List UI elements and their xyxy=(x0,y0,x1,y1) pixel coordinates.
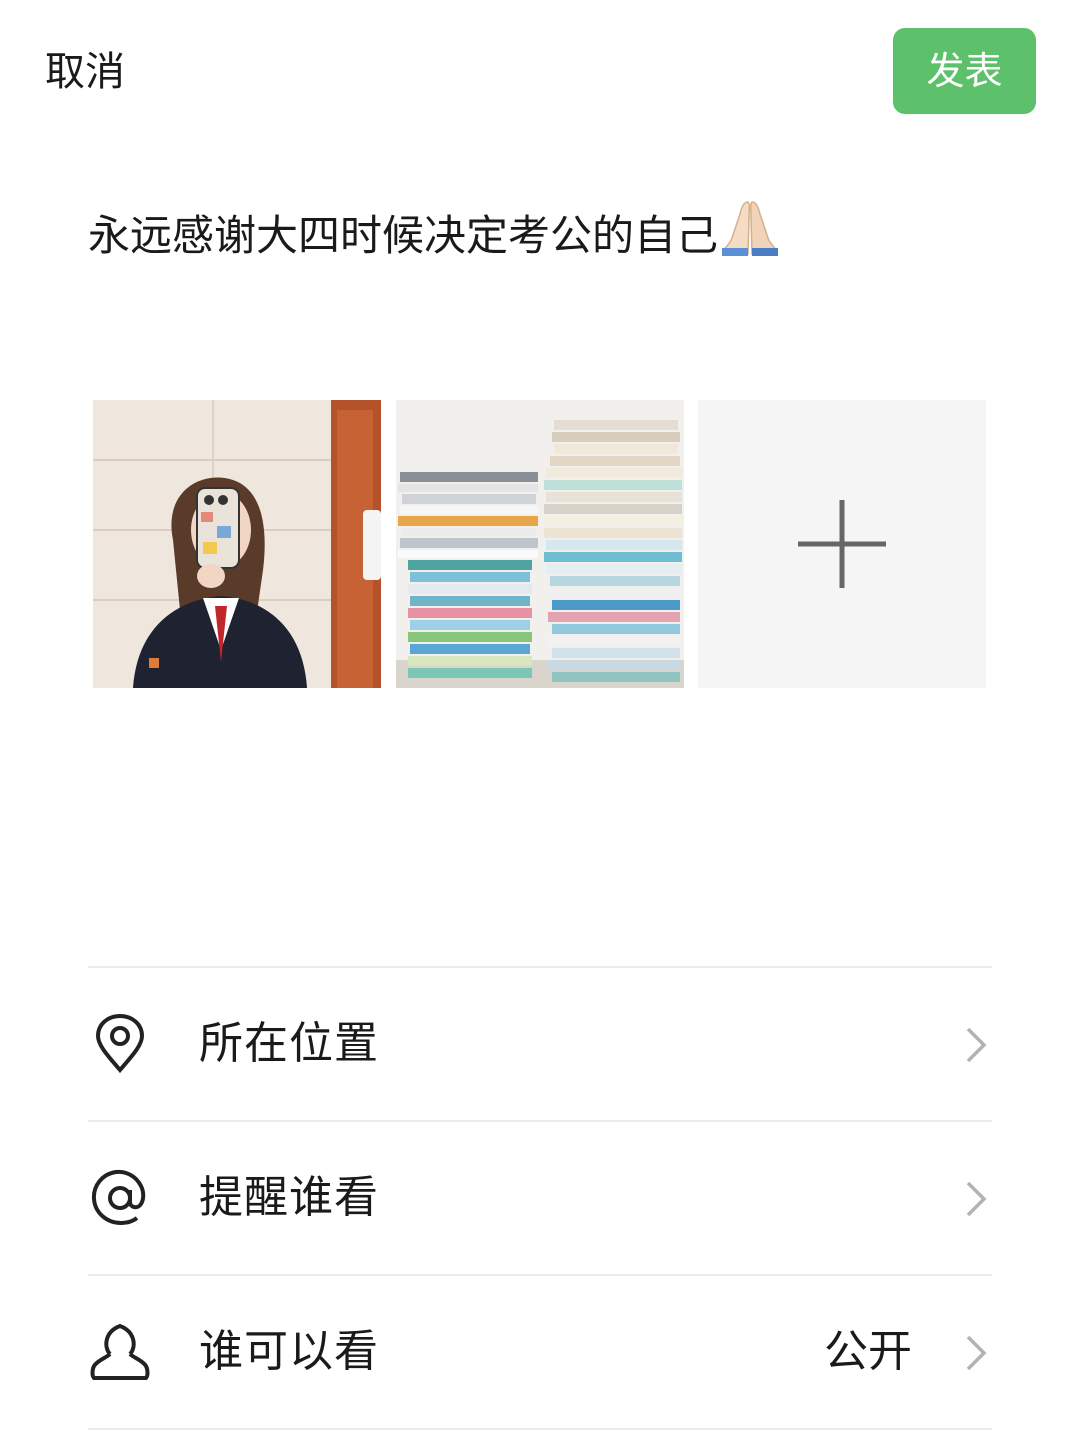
top-bar: 取消 发表 xyxy=(0,0,1080,140)
plus-icon xyxy=(798,500,886,588)
publish-button[interactable]: 发表 xyxy=(893,28,1036,114)
praying-hands-emoji-icon xyxy=(720,198,780,275)
post-options-menu: 所在位置 提醒谁看 谁可以看 公开 xyxy=(88,966,992,1430)
post-text: 永远感谢大四时候决定考公的自己 xyxy=(88,211,719,260)
person-icon xyxy=(90,1323,150,1380)
location-pin-icon xyxy=(95,1014,145,1074)
menu-item-remind[interactable]: 提醒谁看 xyxy=(88,1122,992,1274)
add-photo-button[interactable] xyxy=(698,400,986,688)
divider xyxy=(88,1428,992,1430)
menu-item-label: 提醒谁看 xyxy=(199,1172,379,1223)
menu-item-label: 谁可以看 xyxy=(199,1326,379,1377)
cancel-button[interactable]: 取消 xyxy=(45,44,125,100)
menu-item-location[interactable]: 所在位置 xyxy=(88,968,992,1120)
menu-item-label: 所在位置 xyxy=(199,1018,379,1069)
chevron-right-icon xyxy=(966,1181,987,1217)
visibility-value: 公开 xyxy=(824,1326,912,1377)
at-sign-icon xyxy=(91,1169,146,1226)
menu-item-visibility[interactable]: 谁可以看 公开 xyxy=(88,1276,992,1428)
photo-thumbnail-books[interactable] xyxy=(396,400,684,688)
chevron-right-icon xyxy=(966,1027,987,1063)
photo-thumbnail-selfie[interactable] xyxy=(93,400,381,688)
post-text-input[interactable]: 永远感谢大四时候决定考公的自己 xyxy=(88,198,1028,275)
chevron-right-icon xyxy=(966,1335,987,1371)
